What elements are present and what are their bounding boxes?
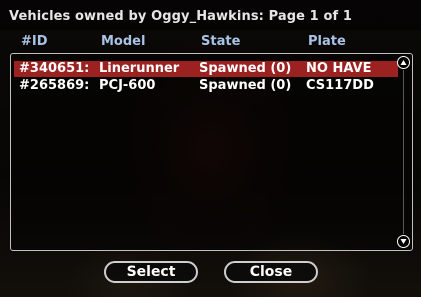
list-scrollbar[interactable] <box>397 56 410 248</box>
column-header-model: Model <box>101 34 146 49</box>
column-header-state: State <box>201 34 241 49</box>
row-model: PCJ-600 <box>99 78 156 93</box>
column-header-id: #ID <box>21 34 48 49</box>
vehicle-list-dialog: Vehicles owned by Oggy_Hawkins: Page 1 o… <box>0 0 421 297</box>
row-state: Spawned (0) <box>199 61 292 76</box>
row-plate: CS117DD <box>306 78 374 93</box>
dialog-title-bar: Vehicles owned by Oggy_Hawkins: Page 1 o… <box>0 0 421 30</box>
scroll-up-arrow-icon[interactable] <box>397 56 410 69</box>
dialog-title: Vehicles owned by Oggy_Hawkins: Page 1 o… <box>9 9 353 24</box>
row-plate: NO HAVE <box>306 61 372 76</box>
row-model: Linerunner <box>99 61 180 76</box>
close-button[interactable]: Close <box>224 261 318 283</box>
vehicle-list: #340651: Linerunner Spawned (0) NO HAVE … <box>10 53 413 251</box>
row-id: #340651: <box>19 61 90 76</box>
scroll-track[interactable] <box>403 70 404 234</box>
select-button[interactable]: Select <box>104 261 198 283</box>
row-state: Spawned (0) <box>199 78 292 93</box>
scroll-down-arrow-icon[interactable] <box>397 235 410 248</box>
column-header-plate: Plate <box>308 34 346 49</box>
list-row-selected[interactable]: #340651: Linerunner Spawned (0) NO HAVE <box>14 61 398 77</box>
list-row[interactable]: #265869: PCJ-600 Spawned (0) CS117DD <box>14 78 398 94</box>
row-id: #265869: <box>19 78 90 93</box>
